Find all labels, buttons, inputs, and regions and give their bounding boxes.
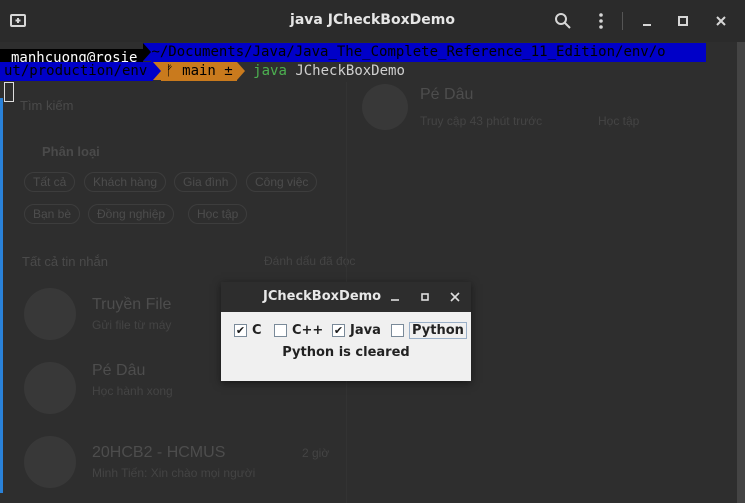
ghost-tag: Đồng nghiệp	[88, 204, 175, 224]
terminal-body[interactable]: Tìm kiếm Phân loại Tất cả Khách hàng Gia…	[0, 42, 745, 503]
checkbox-label: Python	[409, 321, 467, 339]
powerline-arrow	[153, 62, 162, 80]
close-icon[interactable]	[710, 10, 732, 32]
powerline-arrow	[236, 62, 245, 80]
ghost-chat-preview: Học hành xong	[92, 384, 173, 398]
command-java: java	[253, 63, 287, 79]
powerline-arrow	[143, 43, 152, 61]
ghost-search: Tìm kiếm	[20, 98, 74, 113]
dialog-titlebar: JCheckBoxDemo	[221, 282, 471, 312]
ghost-chat-time: 2 giờ	[302, 446, 330, 460]
ghost-avatar	[24, 362, 76, 414]
ghost-chat-name: Truyền File	[92, 296, 172, 313]
kebab-menu-icon[interactable]	[590, 10, 612, 32]
ghost-tag: Gia đình	[174, 172, 238, 192]
status-label: Python is cleared	[282, 345, 410, 360]
ghost-tag: Bạn bè	[24, 204, 81, 224]
ghost-chat-name: Pé Dâu	[92, 362, 146, 379]
left-window-edge	[0, 98, 3, 493]
checkbox-box[interactable]: ✔	[332, 323, 345, 337]
close-icon[interactable]	[447, 289, 463, 305]
checkbox-java[interactable]: ✔ Java	[332, 322, 381, 338]
terminal-window: java JCheckBoxDemo Tìm kiếm Phân loại Tấ…	[0, 0, 745, 503]
window-title: java JCheckBoxDemo	[290, 12, 455, 28]
ghost-chat-name: 20HCB2 - HCMUS	[92, 444, 226, 461]
ghost-chat-preview: Gửi file từ máy	[92, 318, 172, 332]
ghost-mark-read: Đánh dấu đã đọc	[264, 254, 356, 268]
checkbox-label: C++	[292, 322, 324, 338]
prompt-path: ~/Documents/Java/Java_The_Complete_Refer…	[151, 43, 707, 62]
checkbox-label: Java	[350, 322, 381, 338]
prompt-line-1: manhcuong@rosie ~/Documents/Java/Java_The…	[0, 43, 707, 68]
ghost-section: Phân loại	[42, 144, 100, 159]
checkbox-box[interactable]	[391, 323, 404, 337]
checkbox-python[interactable]: Python	[391, 321, 467, 339]
prompt-branch: main ±	[182, 63, 233, 79]
checkbox-box[interactable]: ✔	[234, 323, 247, 337]
minimize-icon[interactable]	[636, 10, 658, 32]
maximize-icon[interactable]	[672, 10, 694, 32]
checkbox-box[interactable]	[274, 323, 287, 337]
ghost-header-status: Truy cập 43 phút trước	[420, 114, 543, 128]
branch-icon: ᚠ	[165, 63, 174, 79]
ghost-tag: Công việc	[246, 172, 318, 192]
terminal-cursor	[4, 82, 14, 102]
ghost-tag: Học tập	[188, 204, 248, 224]
ghost-avatar	[362, 84, 408, 130]
search-icon[interactable]	[552, 10, 574, 32]
ghost-chat-preview: Minh Tiến: Xin chào mọi người	[92, 466, 256, 480]
minimize-icon[interactable]	[387, 289, 403, 305]
ghost-header-tag: Học tập	[598, 114, 640, 128]
maximize-icon[interactable]	[417, 289, 433, 305]
terminal-titlebar: java JCheckBoxDemo	[0, 0, 745, 42]
ghost-tag: Tất cả	[24, 172, 76, 192]
prompt-line-2: ut/production/env ᚠ main ± java JCheckBox…	[0, 62, 405, 81]
ghost-avatar	[24, 436, 76, 488]
ghost-header-name: Pé Dâu	[420, 86, 474, 103]
checkbox-label: C	[252, 322, 262, 338]
jcheckbox-dialog: JCheckBoxDemo ✔ C C++ ✔ Java Python Python…	[221, 282, 471, 381]
checkbox-c[interactable]: ✔ C	[234, 322, 262, 338]
ghost-tag: Khách hàng	[84, 172, 167, 192]
terminal-scrollbar[interactable]	[737, 42, 745, 503]
prompt-git: ᚠ main ±	[161, 62, 237, 81]
ghost-all-messages: Tất cả tin nhắn	[22, 254, 108, 269]
dialog-title: JCheckBoxDemo	[263, 289, 382, 304]
ghost-avatar	[24, 288, 76, 340]
prompt-path-cont: ut/production/env	[0, 62, 154, 81]
checkbox-cpp[interactable]: C++	[274, 322, 323, 338]
titlebar-separator	[622, 12, 623, 30]
command-arg: JCheckBoxDemo	[295, 63, 405, 79]
